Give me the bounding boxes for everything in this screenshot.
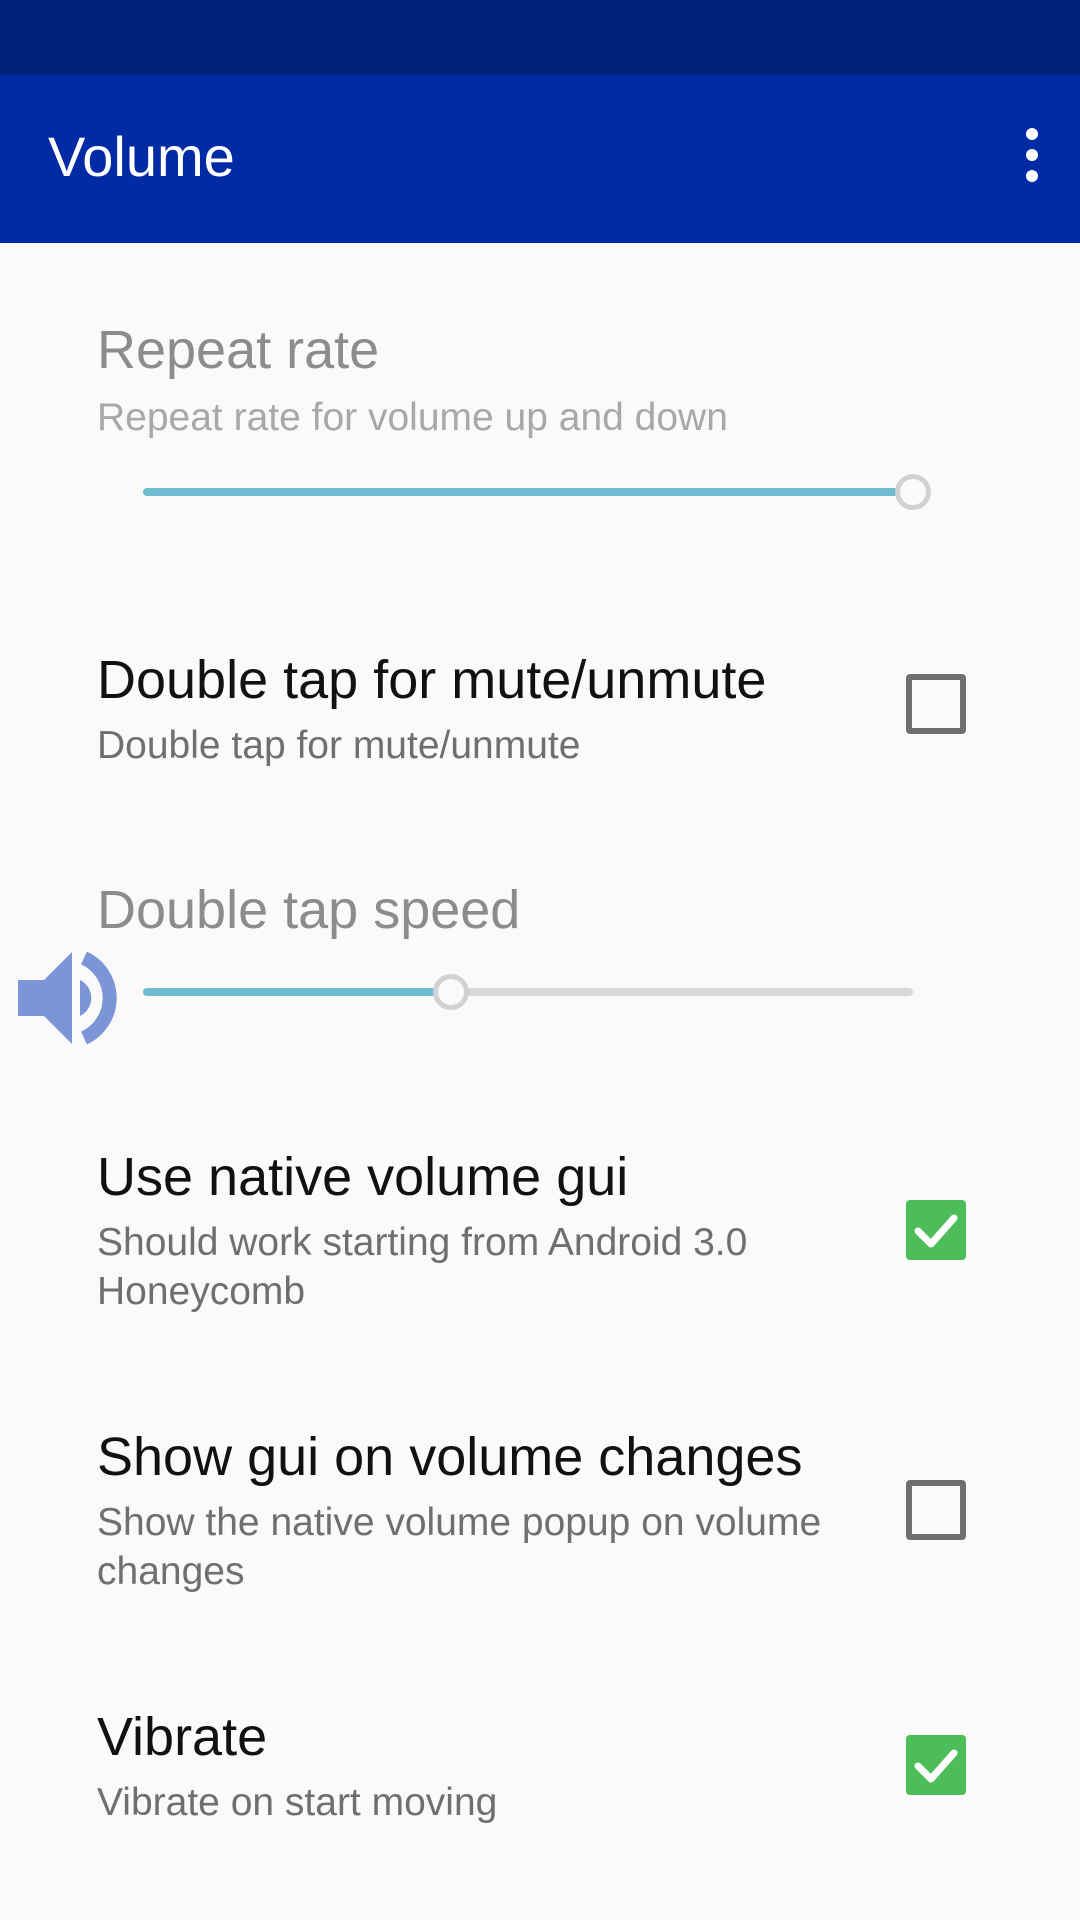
pref-double-tap-mute[interactable]: Double tap for mute/unmute Double tap fo… [0,630,1080,820]
repeat-rate-slider[interactable] [143,472,931,512]
slider-thumb[interactable] [895,474,931,510]
slider-thumb[interactable] [433,974,469,1010]
pref-summary: Show the native volume popup on volume c… [97,1501,822,1593]
native-volume-gui-checkbox[interactable] [906,1200,966,1260]
pref-show-gui-volume-changes[interactable]: Show gui on volume changes Show the nati… [0,1400,1080,1630]
pref-title: Vibrate [97,1707,268,1767]
dot [1026,128,1038,140]
pref-vibrate[interactable]: Vibrate Vibrate on start moving [0,1680,1080,1870]
slider-fill [143,488,913,496]
dot [1026,149,1038,161]
status-bar [0,0,1080,75]
dot [1026,170,1038,182]
show-gui-checkbox[interactable] [906,1480,966,1540]
check-icon [914,1214,958,1248]
pref-double-tap-speed[interactable]: Double tap speed [0,860,1080,1040]
vibrate-checkbox[interactable] [906,1735,966,1795]
pref-summary: Double tap for mute/unmute [97,724,581,767]
pref-title: Repeat rate [97,320,380,380]
pref-repeat-rate[interactable]: Repeat rate Repeat rate for volume up an… [0,243,1080,563]
pref-title: Show gui on volume changes [97,1427,803,1487]
pref-native-volume-gui[interactable]: Use native volume gui Should work starti… [0,1120,1080,1350]
volume-icon[interactable] [14,944,128,1052]
pref-summary: Should work starting from Android 3.0 Ho… [97,1221,748,1313]
pref-title: Double tap for mute/unmute [97,650,767,710]
page-title: Volume [48,125,235,188]
pref-title: Use native volume gui [97,1147,629,1207]
pref-title: Double tap speed [97,880,521,940]
pref-summary: Vibrate on start moving [97,1781,498,1824]
double-tap-speed-slider[interactable] [143,972,913,1012]
slider-fill [143,988,451,996]
check-icon [914,1749,958,1783]
more-vert-icon[interactable] [1004,119,1060,191]
pref-summary: Repeat rate for volume up and down [97,396,728,439]
app-bar: Volume [0,75,1080,243]
double-tap-mute-checkbox[interactable] [906,674,966,734]
